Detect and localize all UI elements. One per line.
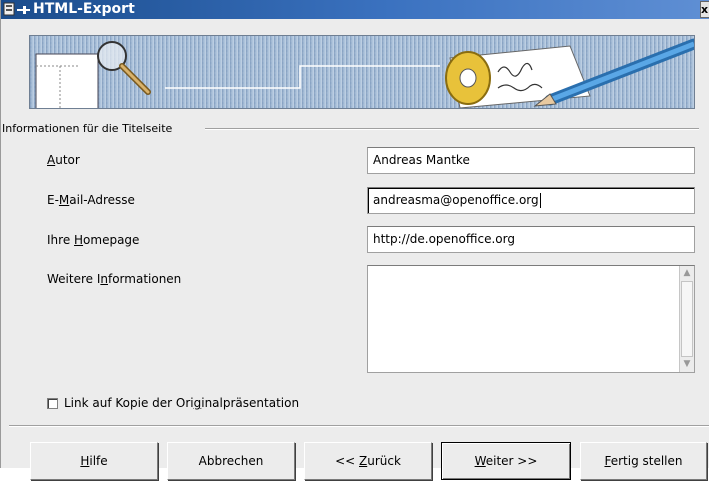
window-title: HTML-Export	[33, 1, 135, 17]
title-bar[interactable]: HTML-Export x	[1, 0, 709, 19]
window-menu-icon[interactable]	[3, 2, 33, 17]
group-divider	[205, 128, 699, 130]
html-export-dialog: HTML-Export x Informationen für die Tite…	[0, 0, 709, 480]
header-banner	[29, 35, 695, 109]
scroll-thumb[interactable]	[681, 281, 693, 357]
banner-illustration	[30, 36, 694, 108]
email-label: E-Mail-Adresse	[47, 193, 135, 207]
scroll-up-icon[interactable]: ▲	[680, 266, 694, 281]
more-info-textarea[interactable]: ▲ ▼	[367, 265, 695, 373]
next-button[interactable]: Weiter >>	[441, 442, 571, 480]
homepage-label: Ihre Homepage	[47, 233, 140, 247]
help-button[interactable]: Hilfe	[30, 442, 158, 480]
text-caret	[539, 193, 541, 208]
link-original-checkbox[interactable]	[47, 398, 58, 409]
back-button[interactable]: << Zurück	[304, 442, 432, 480]
more-info-label: Weitere Informationen	[47, 272, 182, 286]
scroll-down-icon[interactable]: ▼	[680, 357, 694, 372]
group-title: Informationen für die Titelseite	[2, 122, 179, 135]
vertical-scrollbar[interactable]: ▲ ▼	[679, 266, 694, 372]
pin-icon	[17, 6, 30, 14]
button-separator	[9, 425, 709, 427]
author-label: Autor	[47, 153, 80, 167]
cancel-button[interactable]: Abbrechen	[167, 442, 295, 480]
homepage-field[interactable]: http://de.openoffice.org	[367, 226, 695, 253]
email-field[interactable]: andreasma@openoffice.org	[367, 187, 695, 214]
finish-button[interactable]: Fertig stellen	[580, 442, 707, 480]
author-field[interactable]: Andreas Mantke	[367, 147, 695, 174]
close-button[interactable]: x	[700, 1, 709, 18]
link-original-label[interactable]: Link auf Kopie der Originalpräsentation	[64, 396, 299, 410]
